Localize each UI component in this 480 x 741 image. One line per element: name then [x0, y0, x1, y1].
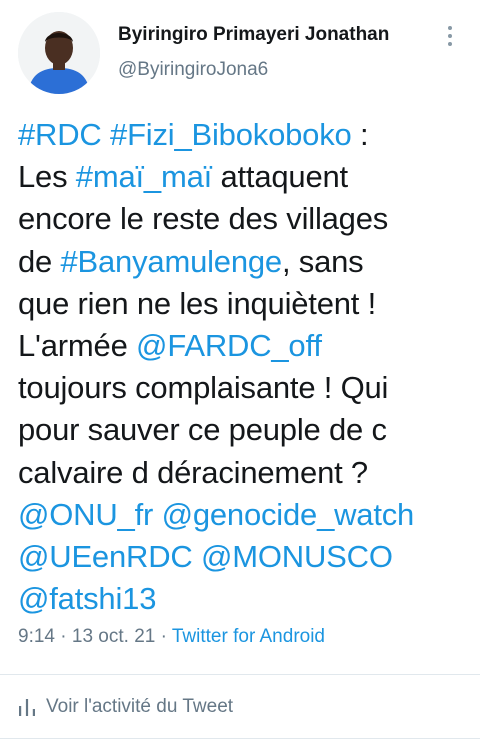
- author-display-name[interactable]: Byiringiro Primayeri Jonathan: [118, 24, 389, 46]
- divider: [0, 674, 480, 675]
- mention-link[interactable]: @MONUSCO: [201, 539, 393, 574]
- mention-link[interactable]: @FARDC_off: [136, 328, 322, 363]
- tweet-line: #RDC #Fizi_Bibokoboko :: [18, 114, 458, 156]
- tweet-text-segment: [153, 497, 161, 532]
- tweet-text-segment: toujours complaisante ! Qui: [18, 370, 389, 406]
- mention-link[interactable]: @UEenRDC: [18, 539, 193, 574]
- tweet-source[interactable]: Twitter for Android: [172, 626, 325, 647]
- tweet-line: @ONU_fr @genocide_watch: [18, 494, 458, 536]
- tweet-text-segment: :: [351, 117, 369, 152]
- tweet-text-segment: de: [18, 243, 61, 279]
- tweet-line: de #Banyamulenge, sans: [18, 241, 458, 283]
- tweet-text-segment: pour sauver ce peuple de c: [18, 412, 387, 448]
- tweet-line: L'armée @FARDC_off: [18, 325, 458, 367]
- tweet-text: #RDC #Fizi_Bibokoboko : Les #maï_maï atta…: [18, 114, 458, 620]
- tweet-line: pour sauver ce peuple de c: [18, 409, 458, 451]
- author-handle[interactable]: @ByiringiroJona6: [118, 59, 268, 81]
- tweet-text-segment: calvaire d déracinement ?: [18, 454, 368, 490]
- tweet-text-segment: L'armée: [18, 328, 137, 364]
- mention-link[interactable]: @ONU_fr: [18, 497, 153, 532]
- more-dot-icon: [448, 42, 452, 46]
- tweet-meta: 9:14 · 13 oct. 21 · Twitter for Android: [18, 626, 325, 648]
- tweet-text-segment: , sans: [281, 243, 364, 279]
- avatar-photo: [18, 12, 100, 94]
- tweet-header: Byiringiro Primayeri Jonathan @Byiringir…: [0, 0, 480, 110]
- hashtag-link[interactable]: #Fizi_Bibokoboko: [110, 117, 352, 152]
- tweet-line: encore le reste des villages: [18, 198, 458, 240]
- tweet-line: toujours complaisante ! Qui: [18, 367, 458, 409]
- tweet-text-segment: que rien ne les inquiètent !: [18, 285, 377, 321]
- hashtag-link[interactable]: #maï_maï: [76, 159, 212, 194]
- divider: [0, 738, 480, 739]
- meta-separator: ·: [155, 626, 172, 647]
- tweet-activity-label: Voir l'activité du Tweet: [46, 696, 234, 717]
- hashtag-link[interactable]: #Banyamulenge: [61, 244, 283, 279]
- avatar[interactable]: [18, 12, 100, 94]
- tweet-text-segment: [102, 117, 110, 152]
- mention-link[interactable]: @genocide_watch: [162, 497, 415, 532]
- meta-separator: ·: [54, 626, 72, 647]
- tweet-text-segment: [193, 539, 201, 574]
- more-dot-icon: [448, 26, 452, 30]
- tweet-text-segment: encore le reste des villages: [18, 201, 389, 237]
- tweet-date[interactable]: 13 oct. 21: [72, 626, 155, 647]
- tweet-time[interactable]: 9:14: [18, 626, 55, 647]
- more-options-button[interactable]: [440, 20, 460, 52]
- tweet-line: @UEenRDC @MONUSCO: [18, 536, 458, 578]
- tweet-line: Les #maï_maï attaquent: [18, 156, 458, 198]
- hashtag-link[interactable]: #RDC: [18, 117, 102, 152]
- tweet-line: @fatshi13: [18, 578, 458, 620]
- bar-chart-icon: [19, 699, 35, 716]
- tweet-line: calvaire d déracinement ?: [18, 452, 458, 494]
- tweet-activity-button[interactable]: Voir l'activité du Tweet: [18, 693, 233, 721]
- more-dot-icon: [448, 34, 452, 38]
- tweet-text-segment: Les: [18, 159, 76, 195]
- tweet-text-segment: attaquent: [212, 159, 348, 195]
- mention-link[interactable]: @fatshi13: [18, 581, 156, 616]
- tweet-line: que rien ne les inquiètent !: [18, 283, 458, 325]
